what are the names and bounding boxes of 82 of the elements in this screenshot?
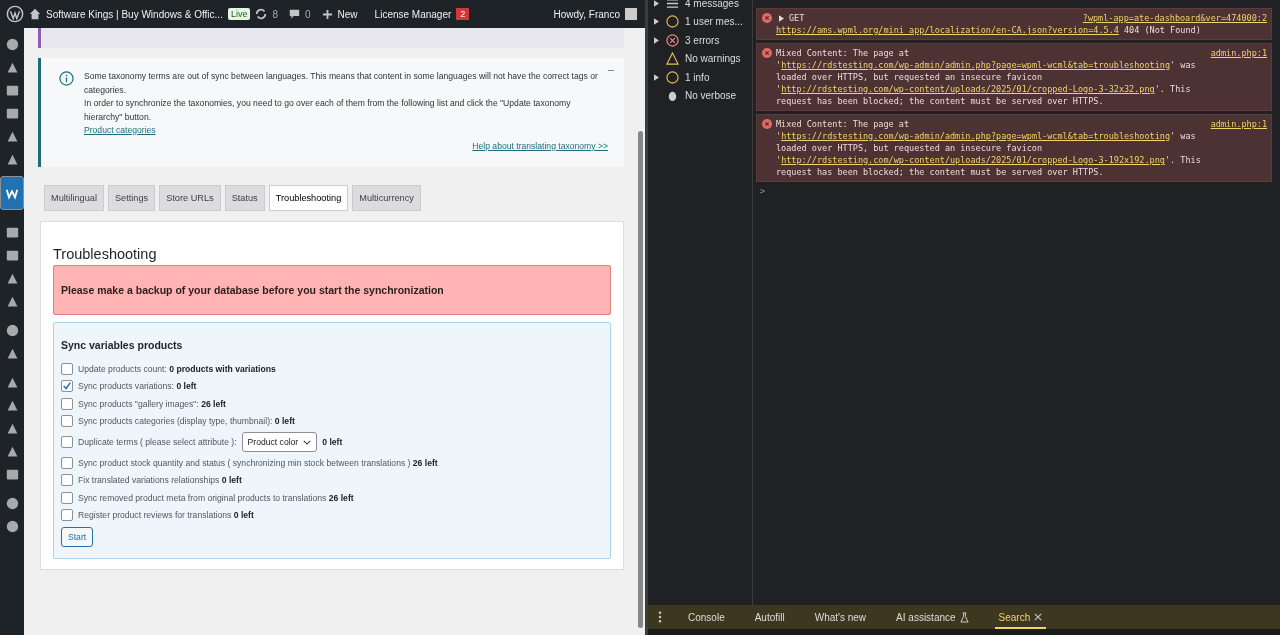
option-label: Sync product stock quantity and status ( synchronizing min stock between translations ) 26 left	[78, 457, 438, 468]
message-text: Mixed Content: The page at 'https://rdstesting.com/wp-admin/admin.php?page=wpml-wcml&tab=troubleshooting' was loaded over HTTPS, but requested an insecure favicon 'http://rdstesting.com/wp-content/uploads/2025/01/cropped-Logo-3-192x192.png'. This request has been blocked; the content must be served over HTTPS.	[776, 118, 1202, 178]
tab[interactable]: Multilingual	[44, 185, 104, 211]
tab[interactable]: Store URLs	[159, 185, 221, 211]
tab[interactable]: Troubleshooting	[268, 185, 349, 211]
wordpress-logo-icon[interactable]	[6, 5, 24, 23]
option-label: Sync removed product meta from original products to translations 26 left	[78, 492, 354, 503]
console-prompt[interactable]: >	[756, 186, 1272, 196]
drawer-tab[interactable]: Search	[994, 605, 1047, 629]
checkbox[interactable]	[61, 491, 73, 504]
expand-icon[interactable]	[654, 18, 659, 26]
console-filter[interactable]: No warnings	[685, 53, 741, 65]
license-manager-menu[interactable]: License Manager	[374, 8, 452, 20]
checkbox[interactable]	[61, 362, 73, 375]
left-count: 0 left	[322, 437, 343, 447]
option-label: Sync products "gallery images": 26 left	[78, 398, 226, 409]
expand-icon[interactable]	[779, 15, 784, 22]
checkbox[interactable]	[61, 436, 73, 448]
drawer-tab[interactable]: What's new	[810, 605, 871, 629]
flask-icon	[959, 611, 969, 623]
request-method[interactable]: GET	[789, 12, 805, 24]
tab[interactable]: Settings	[107, 185, 156, 211]
comments-count[interactable]: 0	[305, 8, 311, 20]
section-title: Troubleshooting	[53, 246, 158, 262]
message-text: Mixed Content: The page at 'https://rdstesting.com/wp-admin/admin.php?page=wpml-wcml&tab=troubleshooting' was loaded over HTTPS, but requested an insecure favicon 'http://rdstesting.com/wp-content/uploads/2025/01/cropped-Logo-3-32x32.png'. This request has been blocked; the content must be served over HTTPS.	[776, 47, 1197, 107]
drawer-tab[interactable]: Console	[684, 605, 729, 629]
site-title[interactable]: Software Kings | Buy Windows & Offic...	[46, 8, 223, 20]
url-link[interactable]: http://rdstesting.com/wp-content/uploads/2025/01/cropped-Logo-3-192x192.png	[781, 155, 1165, 165]
home-icon[interactable]	[29, 8, 41, 20]
console-filter[interactable]: 4 messages	[685, 0, 739, 9]
close-icon[interactable]	[1034, 613, 1043, 621]
sync-title: Sync variables products	[61, 339, 184, 351]
chevron-down-icon	[303, 439, 312, 445]
list-icon	[666, 0, 679, 10]
backup-warning: Please make a backup of your database before you start the synchronization	[53, 265, 611, 315]
product-categories-link[interactable]: Product categories	[84, 125, 156, 135]
updates-count[interactable]: 8	[272, 8, 278, 20]
attribute-select[interactable]: Product color	[241, 432, 318, 452]
error-icon	[762, 119, 772, 129]
checkbox[interactable]	[61, 456, 73, 469]
more-options-icon[interactable]	[658, 611, 662, 623]
console-filter[interactable]: No verbose	[685, 90, 737, 102]
error-icon	[762, 13, 772, 23]
checkbox[interactable]	[61, 474, 73, 487]
expand-icon[interactable]	[654, 36, 659, 44]
request-url-link[interactable]: https://ams.wpml.org/mini_app/localization/en-CA.json?version=4.5.4	[776, 25, 1119, 35]
greeting[interactable]: Howdy, Franco	[553, 8, 620, 20]
drawer-tab[interactable]: Autofill	[750, 605, 789, 629]
live-badge: Live	[227, 8, 251, 20]
status-text: 404 (Not Found)	[1124, 25, 1201, 35]
license-count-badge: 2	[456, 8, 470, 20]
checkbox[interactable]	[61, 415, 73, 428]
option-label: Fix translated variations relationships 0 left	[78, 475, 242, 486]
warning-icon	[666, 52, 679, 66]
checkbox[interactable]	[61, 380, 73, 393]
help-link[interactable]: Help about translating taxonomy >>	[472, 139, 608, 153]
new-menu[interactable]: New	[337, 8, 358, 20]
expand-icon[interactable]	[654, 0, 659, 7]
error-icon	[762, 48, 772, 58]
source-link[interactable]: admin.php:1	[1210, 47, 1267, 59]
source-link[interactable]: admin.php:1	[1210, 118, 1267, 130]
url-link[interactable]: http://rdstesting.com/wp-content/uploads/2025/01/cropped-Logo-3-32x32.png	[781, 84, 1155, 94]
expand-icon[interactable]	[654, 73, 659, 81]
start-button[interactable]: Start	[61, 527, 94, 547]
checkbox[interactable]	[61, 397, 73, 410]
notice-text: In order to synchronize the taxonomies, you need to go over each of them from the following list and click the "Update taxonomy hierarchy" button.	[84, 97, 572, 124]
option-label: Register product reviews for translations 0 left	[78, 510, 254, 521]
option-label: Duplicate terms ( please select attribute ):	[78, 437, 237, 447]
tab[interactable]: Status	[224, 185, 265, 211]
source-link[interactable]: ?wpml-app=ate-dashboard&ver=474000:2	[1082, 12, 1267, 24]
console-filter[interactable]: 1 info	[685, 71, 710, 83]
console-filter[interactable]: 3 errors	[685, 34, 720, 46]
tab[interactable]: Multicurrency	[352, 185, 421, 211]
notice-text: Some taxonomy terms are out of sync between languages. This means that content in some languages will not have the correct tags or categories.	[84, 70, 599, 97]
plus-icon[interactable]	[321, 8, 333, 20]
option-label: Update products count: 0 products with variations	[78, 363, 276, 374]
error-icon	[666, 33, 679, 47]
option-label: Sync products variations: 0 left	[78, 381, 197, 392]
console-filter[interactable]: 1 user mes...	[685, 16, 743, 28]
checkbox[interactable]	[61, 509, 73, 522]
option-label: Sync products categories (display type, thumbnail): 0 left	[78, 416, 295, 427]
drawer-tab[interactable]: AI assistance	[892, 605, 973, 629]
